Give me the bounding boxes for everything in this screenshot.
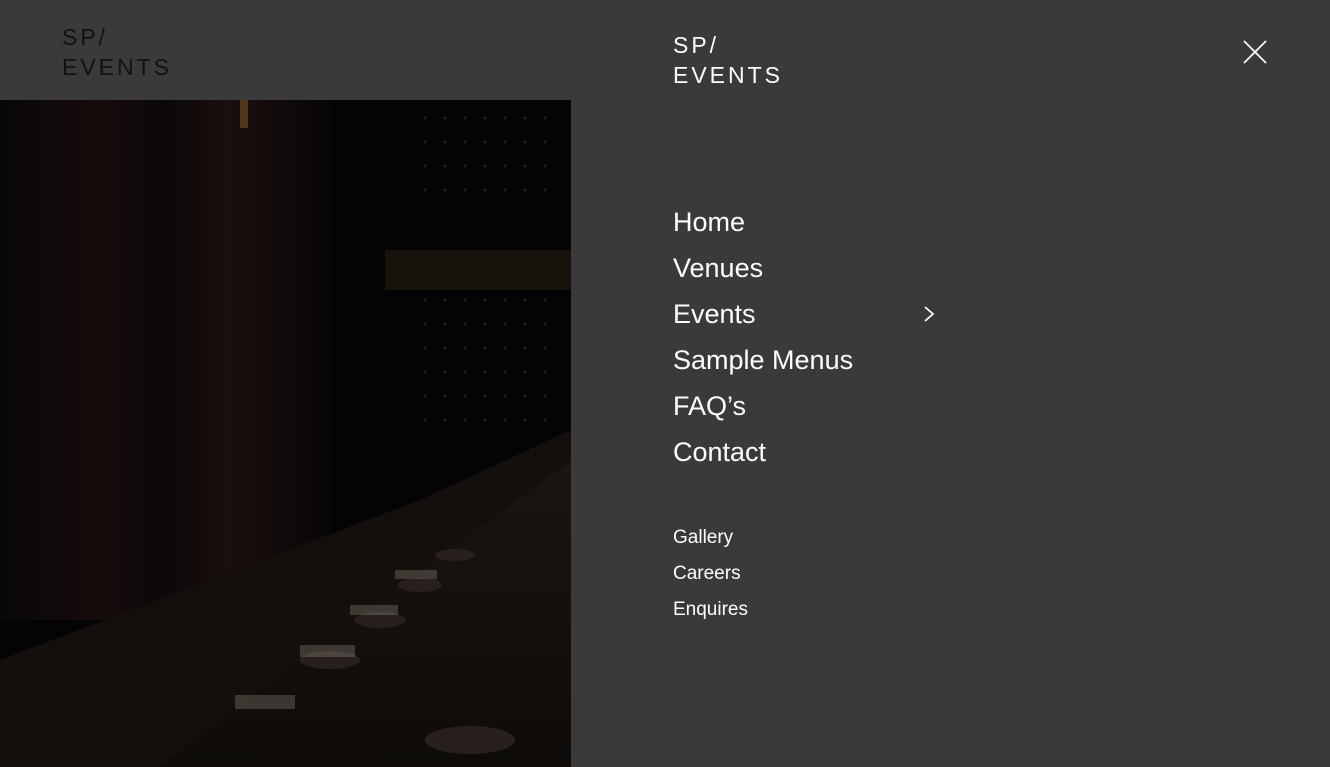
nav-item-label: Contact (673, 437, 767, 467)
header-logo: SP/ EVENTS (62, 22, 172, 82)
nav-item-enquires[interactable]: Enquires (673, 592, 748, 628)
menu-logo[interactable]: SP/ EVENTS (673, 30, 783, 90)
nav-item-home[interactable]: Home (673, 199, 943, 245)
nav-item-sample-menus[interactable]: Sample Menus (673, 337, 943, 383)
nav-item-label: Gallery (673, 527, 734, 548)
primary-nav: Home Venues Events Sample Menus FAQ’s Co… (673, 199, 943, 475)
navigation-overlay: SP/ EVENTS Home Venues Events Sample Men… (571, 0, 1330, 767)
secondary-nav: Gallery Careers Enquires (673, 520, 748, 628)
nav-item-faqs[interactable]: FAQ’s (673, 383, 943, 429)
nav-item-careers[interactable]: Careers (673, 556, 748, 592)
header-logo-line1: SP/ (62, 24, 109, 50)
nav-item-venues[interactable]: Venues (673, 245, 943, 291)
header-logo-line2: EVENTS (62, 54, 173, 80)
close-menu-button[interactable] (1240, 37, 1270, 67)
nav-item-label: FAQ’s (673, 391, 747, 421)
nav-item-label: Enquires (673, 599, 748, 620)
nav-item-contact[interactable]: Contact (673, 429, 943, 475)
nav-item-label: Home (673, 207, 746, 237)
nav-item-label: Sample Menus (673, 345, 854, 375)
menu-logo-line2: EVENTS (673, 62, 784, 88)
chevron-right-icon[interactable] (922, 304, 936, 324)
close-icon (1243, 40, 1267, 64)
menu-logo-line1: SP/ (673, 32, 720, 58)
nav-item-events[interactable]: Events (673, 291, 943, 337)
nav-item-label: Venues (673, 253, 764, 283)
nav-item-label: Events (673, 299, 756, 329)
restaurant-photo (0, 100, 571, 767)
nav-item-label: Careers (673, 563, 741, 584)
nav-item-gallery[interactable]: Gallery (673, 520, 748, 556)
hero-image (0, 100, 571, 767)
